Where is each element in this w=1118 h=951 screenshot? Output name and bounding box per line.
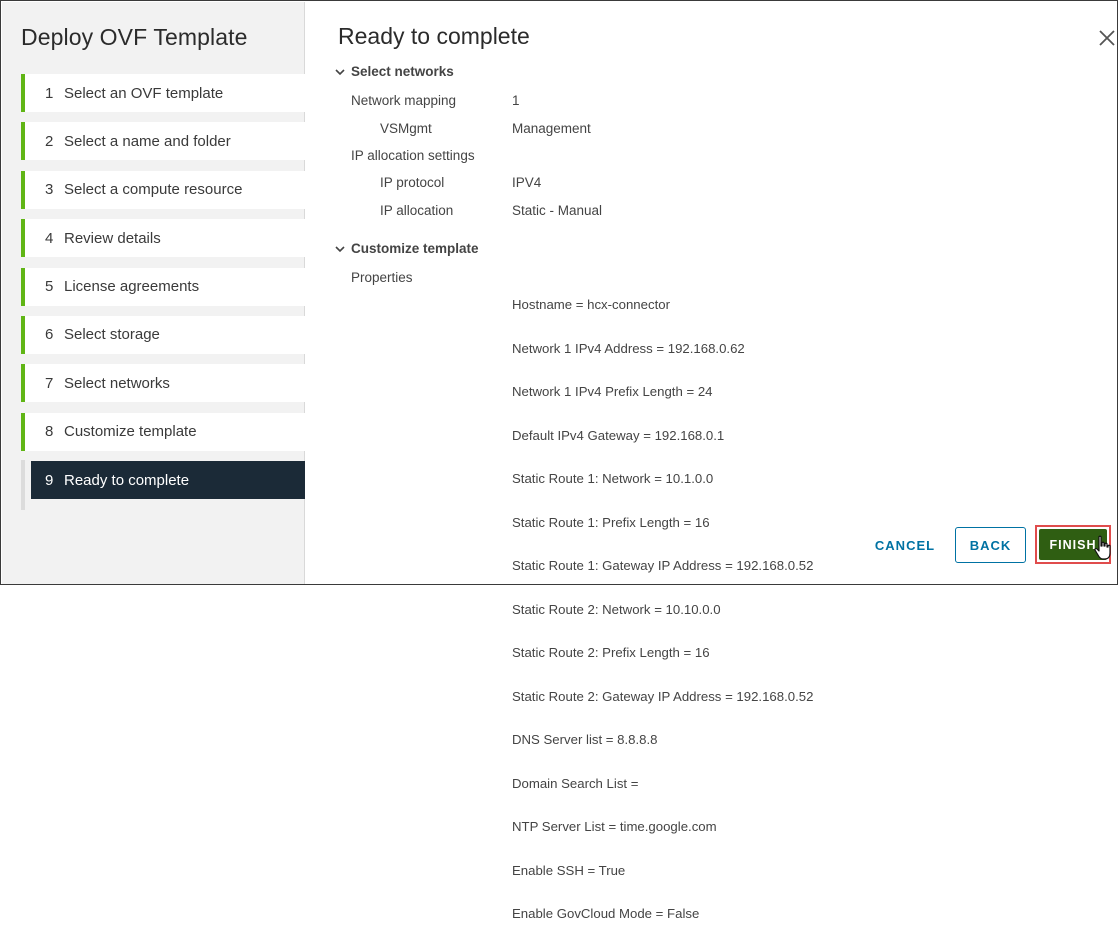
step-2[interactable]: 2 Select a name and folder — [21, 122, 305, 161]
property-line: Static Route 1: Network = 10.1.0.0 — [512, 471, 714, 486]
property-line: Static Route 2: Network = 10.10.0.0 — [512, 601, 721, 617]
main-panel: Ready to complete Select networks Networ… — [306, 2, 1118, 921]
network-mapping-value: 1 — [512, 93, 520, 108]
section-heading: Customize template — [351, 241, 479, 256]
property-line: Enable SSH = True — [512, 862, 626, 878]
step-label: Customize template — [64, 423, 197, 441]
ip-protocol-value: IPV4 — [512, 175, 542, 190]
property-line: DNS Server list = 8.8.8.8 — [512, 732, 658, 747]
page-title: Ready to complete — [338, 23, 530, 49]
chevron-down-icon — [335, 68, 345, 75]
property-line: NTP Server List = time.google.com — [512, 819, 717, 834]
step-number: 7 — [45, 374, 54, 392]
property-line: Static Route 1: Prefix Length = 16 — [512, 514, 710, 530]
vsmgmt-value: Management — [512, 121, 591, 136]
step-6[interactable]: 6 Select storage — [21, 315, 305, 354]
step-number: 2 — [45, 132, 54, 150]
close-icon[interactable] — [1097, 28, 1117, 48]
properties-label: Properties — [351, 270, 413, 285]
step-8[interactable]: 8 Customize template — [21, 412, 305, 451]
step-number: 5 — [45, 278, 54, 296]
step-label: Select an OVF template — [64, 84, 224, 102]
step-9-active[interactable]: 9 Ready to complete — [27, 461, 305, 500]
step-label: Ready to complete — [64, 471, 190, 489]
property-line: Default IPv4 Gateway = 192.168.0.1 — [512, 427, 725, 443]
property-line: Static Route 1: Gateway IP Address = 192… — [512, 558, 814, 573]
step-number: 1 — [45, 84, 54, 102]
vsmgmt-label: VSMgmt — [380, 121, 432, 136]
property-line: Static Route 2: Prefix Length = 16 — [512, 645, 710, 660]
ip-allocation-value: Static - Manual — [512, 203, 603, 218]
properties-list: Hostname = hcx-connector Network 1 IPv4 … — [512, 269, 813, 951]
step-label: Select networks — [64, 374, 170, 392]
step-label: Select a name and folder — [64, 132, 231, 150]
hand-pointer-icon — [1094, 535, 1111, 560]
step-5[interactable]: 5 License agreements — [21, 267, 305, 306]
back-button[interactable]: BACK — [955, 527, 1026, 563]
network-mapping-label: Network mapping — [351, 93, 457, 108]
property-line: Enable GovCloud Mode = False — [512, 906, 700, 921]
cancel-button[interactable]: CANCEL — [871, 527, 939, 563]
step-3[interactable]: 3 Select a compute resource — [21, 170, 305, 209]
dialog-window: Deploy OVF Template 1 Select an OVF templ… — [0, 0, 1118, 921]
ip-protocol-label: IP protocol — [380, 175, 445, 190]
step-number: 6 — [45, 326, 54, 344]
property-line: Static Route 2: Gateway IP Address = 192… — [512, 688, 814, 704]
ip-allocation-label: IP allocation — [380, 203, 454, 218]
section-heading: Select networks — [351, 64, 454, 79]
chevron-down-icon — [335, 245, 345, 252]
section-select-networks[interactable]: Select networks — [334, 64, 454, 79]
property-line: Network 1 IPv4 Prefix Length = 24 — [512, 384, 713, 399]
step-1[interactable]: 1 Select an OVF template — [21, 74, 305, 112]
step-number: 4 — [45, 229, 54, 247]
wizard-sidebar: Deploy OVF Template 1 Select an OVF templ… — [2, 2, 305, 584]
step-7[interactable]: 7 Select networks — [21, 364, 305, 403]
wizard-title: Deploy OVF Template — [21, 24, 248, 50]
step-number: 3 — [45, 181, 54, 199]
step-number: 8 — [45, 423, 54, 441]
step-label: Review details — [64, 229, 161, 247]
step-number: 9 — [45, 471, 54, 489]
step-label: Select a compute resource — [64, 181, 243, 199]
property-line: Network 1 IPv4 Address = 192.168.0.62 — [512, 340, 745, 356]
step-label: License agreements — [64, 278, 200, 296]
step-4[interactable]: 4 Review details — [21, 219, 305, 258]
ip-allocation-settings-label: IP allocation settings — [351, 148, 475, 163]
step-label: Select storage — [64, 326, 160, 344]
property-line: Domain Search List = — [512, 775, 639, 791]
wizard-steps: 1 Select an OVF template 2 Select a name a… — [21, 74, 305, 510]
step-rail — [21, 460, 25, 510]
property-line: Hostname = hcx-connector — [512, 297, 670, 312]
section-customize-template[interactable]: Customize template — [334, 241, 479, 256]
